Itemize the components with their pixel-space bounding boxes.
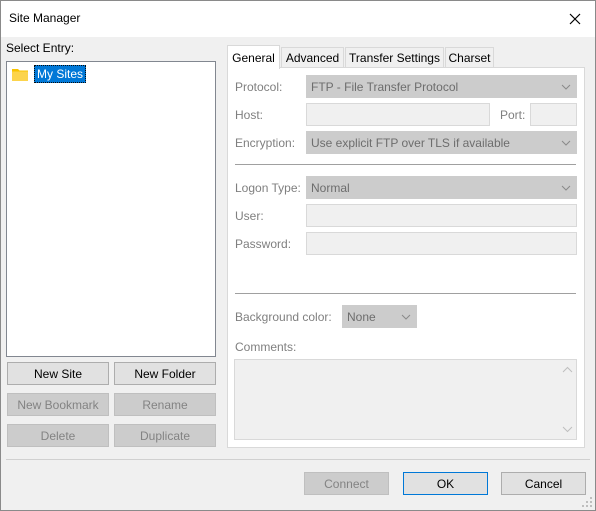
scrollbar[interactable] [559, 360, 576, 439]
tab-transfer-settings[interactable]: Transfer Settings [345, 47, 444, 68]
logon-type-value: Normal [311, 180, 350, 195]
password-label: Password: [235, 237, 292, 251]
tab-label: Advanced [285, 51, 340, 65]
password-input[interactable] [306, 232, 577, 255]
resize-grip-icon[interactable] [581, 496, 593, 508]
rename-button[interactable]: Rename [114, 393, 216, 416]
chevron-down-icon [401, 314, 411, 320]
close-button[interactable] [555, 1, 595, 37]
encryption-select[interactable]: Use explicit FTP over TLS if available [306, 131, 577, 154]
chevron-down-icon [561, 185, 571, 191]
comments-textarea[interactable] [234, 359, 577, 440]
chevron-down-icon [561, 84, 571, 90]
delete-button[interactable]: Delete [7, 424, 109, 447]
tab-label: General [232, 50, 275, 65]
tree-item-my-sites[interactable]: My Sites [12, 65, 87, 83]
background-color-select[interactable]: None [342, 305, 417, 328]
encryption-label: Encryption: [235, 136, 296, 150]
ok-button[interactable]: OK [403, 472, 488, 495]
comments-label: Comments: [235, 340, 297, 354]
separator [235, 293, 576, 294]
cancel-button[interactable]: Cancel [501, 472, 586, 495]
connect-button[interactable]: Connect [304, 472, 389, 495]
tab-charset[interactable]: Charset [445, 47, 494, 68]
host-input[interactable] [306, 103, 490, 126]
site-tree[interactable]: My Sites [6, 61, 216, 357]
protocol-label: Protocol: [235, 80, 283, 94]
host-label: Host: [235, 108, 264, 122]
folder-icon [12, 69, 28, 81]
background-color-label: Background color: [235, 310, 332, 324]
background-color-value: None [347, 309, 376, 324]
select-entry-label: Select Entry: [6, 41, 75, 55]
separator [235, 164, 576, 165]
tree-item-label: My Sites [34, 65, 87, 83]
tab-general[interactable]: General [227, 45, 280, 69]
user-input[interactable] [306, 204, 577, 227]
protocol-value: FTP - File Transfer Protocol [311, 79, 459, 94]
tab-label: Transfer Settings [349, 51, 440, 65]
window-title: Site Manager [9, 11, 81, 25]
new-folder-button[interactable]: New Folder [114, 362, 216, 385]
user-label: User: [235, 209, 264, 223]
duplicate-button[interactable]: Duplicate [114, 424, 216, 447]
chevron-down-icon [561, 140, 571, 146]
logon-type-select[interactable]: Normal [306, 176, 577, 199]
tab-advanced[interactable]: Advanced [281, 47, 344, 68]
protocol-select[interactable]: FTP - File Transfer Protocol [306, 75, 577, 98]
encryption-value: Use explicit FTP over TLS if available [311, 135, 510, 150]
new-bookmark-button[interactable]: New Bookmark [7, 393, 109, 416]
close-icon [569, 13, 581, 25]
port-label: Port: [500, 108, 526, 122]
site-manager-window: Site Manager Select Entry: My Sites New … [0, 0, 596, 511]
new-site-button[interactable]: New Site [7, 362, 109, 385]
title-bar: Site Manager [1, 1, 595, 37]
footer-separator [6, 459, 590, 460]
port-input[interactable] [530, 103, 577, 126]
tab-label: Charset [448, 51, 491, 65]
logon-type-label: Logon Type: [235, 181, 301, 195]
